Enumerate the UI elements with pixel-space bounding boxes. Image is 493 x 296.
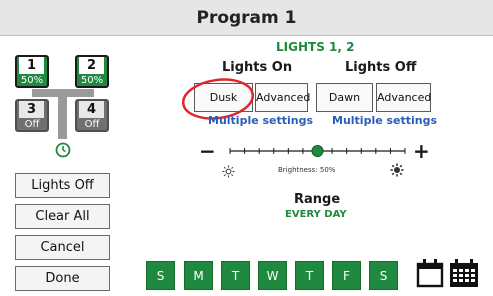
zone-2-status: 50% [80,75,104,86]
zone-4-status: Off [84,119,100,130]
day-friday[interactable]: F [332,261,361,290]
day-sunday[interactable]: S [146,261,175,290]
day-tuesday[interactable]: T [221,261,250,290]
cancel-button[interactable]: Cancel [15,235,110,260]
off-advanced-button[interactable]: Advanced [376,83,431,112]
sun-dim-icon [222,163,235,178]
clock-icon[interactable] [55,142,71,158]
brightness-minus-button[interactable]: − [199,139,216,163]
zone-1[interactable]: 1 50% [15,55,49,88]
done-button[interactable]: Done [15,266,110,291]
lights-on-heading: Lights On [222,60,293,75]
lights-off-heading: Lights Off [345,60,417,75]
sun-bright-icon [390,162,404,177]
lights-on-multiple-settings[interactable]: Multiple settings [208,114,313,127]
lights-off-multiple-settings[interactable]: Multiple settings [332,114,437,127]
calendar-icon[interactable] [416,258,444,288]
lights-off-button[interactable]: Lights Off [15,173,110,198]
dawn-button[interactable]: Dawn [316,83,373,112]
on-advanced-button[interactable]: Advanced [255,83,310,112]
zone-4-number: 4 [79,101,104,118]
zone-1-status: 50% [20,75,44,86]
zone-3[interactable]: 3 Off [15,99,49,132]
day-monday[interactable]: M [184,261,213,290]
zone-2-number: 2 [79,57,104,74]
zone-3-status: Off [24,119,40,130]
day-saturday[interactable]: S [369,261,398,290]
clear-all-button[interactable]: Clear All [15,204,110,229]
day-thursday[interactable]: T [295,261,324,290]
page-title: Program 1 [196,8,297,28]
brightness-label: Brightness: 50% [278,166,336,174]
calendar-grid-icon[interactable] [449,258,479,288]
day-wednesday[interactable]: W [258,261,287,290]
zone-connector-pole [58,89,67,139]
zone-4[interactable]: 4 Off [75,99,109,132]
zone-3-number: 3 [19,101,44,118]
zone-1-number: 1 [19,57,44,74]
brightness-plus-button[interactable]: + [413,139,430,163]
range-title: Range [294,192,341,207]
brightness-slider[interactable] [225,141,410,161]
range-value: EVERY DAY [285,209,347,220]
zone-2[interactable]: 2 50% [75,55,109,88]
slider-knob[interactable] [311,145,324,157]
lights-heading: LIGHTS 1, 2 [276,40,355,54]
